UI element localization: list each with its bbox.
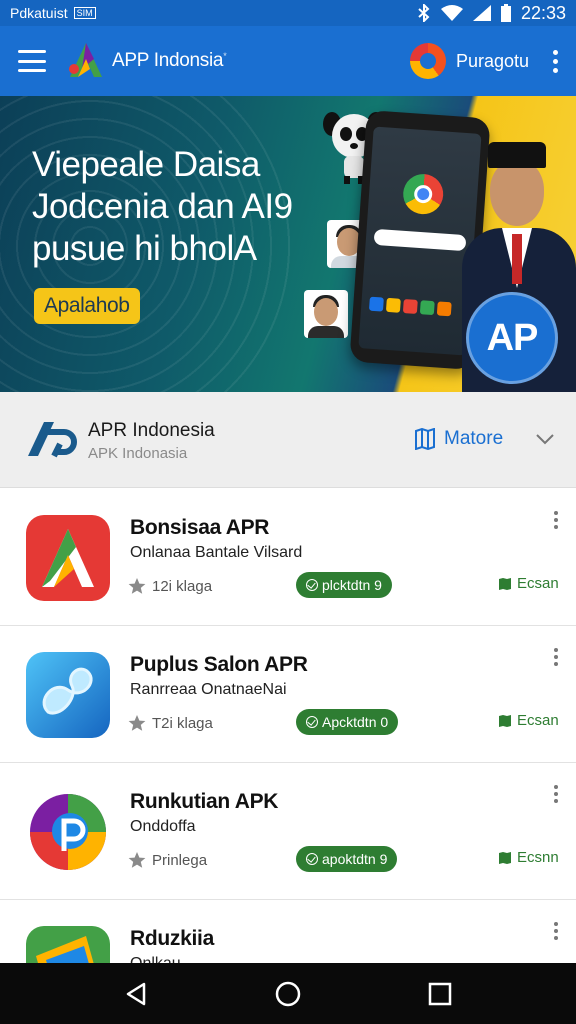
overflow-icon[interactable] [553, 49, 558, 73]
back-icon[interactable] [122, 980, 150, 1008]
action-link[interactable]: Ecsnn [498, 849, 559, 866]
app-icon [26, 652, 110, 738]
app-list-item[interactable]: Puplus Salon APR Ranrreaa OnatnaeNai T2i… [0, 626, 576, 763]
menu-icon[interactable] [18, 50, 46, 72]
item-menu-icon[interactable] [550, 918, 562, 944]
avatar-icon[interactable] [409, 43, 446, 79]
sim-icon: SIM [73, 7, 96, 19]
app-subtitle: Onlanaa Bantale Vilsard [130, 544, 303, 561]
phone-search-bar [373, 228, 467, 252]
app-name: Rduzkiia [130, 927, 214, 950]
app-subtitle: Ranrreaa OnatnaeNai [130, 681, 287, 698]
banner-cta-button[interactable]: Apalahob [34, 288, 140, 324]
star-icon [128, 852, 146, 868]
status-bar: Pdkatuist SIM 22:33 [0, 0, 576, 26]
banner-headline: Viepeale Daisa Jodcenia dan AI9 pusue hi… [32, 145, 293, 268]
navigation-bar [0, 963, 576, 1024]
item-menu-icon[interactable] [550, 644, 562, 670]
ap-badge[interactable]: AP [466, 292, 558, 384]
chevron-down-icon[interactable] [534, 432, 556, 446]
carrier-label: Pdkatuist [10, 5, 68, 21]
star-icon [128, 715, 146, 731]
bookmark-icon [415, 428, 435, 450]
profile-thumbnail [304, 290, 348, 338]
bluetooth-icon [418, 4, 430, 22]
user-name[interactable]: Puragotu [456, 51, 529, 72]
signal-icon [472, 5, 491, 21]
wifi-icon [440, 5, 463, 21]
publisher-name: APR Indonesia [88, 420, 215, 441]
publisher-logo-icon [28, 422, 77, 458]
battery-icon [500, 4, 511, 22]
app-bar: APP Indonsia* Puragotu [0, 26, 576, 96]
item-menu-icon[interactable] [550, 507, 562, 533]
recents-icon[interactable] [426, 980, 454, 1008]
book-icon [499, 851, 511, 864]
action-link[interactable]: Ecsan [498, 712, 559, 729]
app-icon [30, 794, 106, 870]
logo-icon [69, 43, 102, 77]
app-rating: Prinlega [128, 851, 207, 869]
check-icon [306, 579, 318, 591]
app-name: Runkutian APK [130, 790, 279, 813]
install-badge[interactable]: Apcktdtn 0 [296, 709, 399, 735]
app-name: Puplus Salon APR [130, 653, 308, 676]
check-icon [306, 716, 318, 728]
chrome-icon [401, 172, 445, 216]
item-menu-icon[interactable] [550, 781, 562, 807]
publisher-row[interactable]: APR Indonesia APK Indonasia Matore [0, 392, 576, 488]
more-label: Matore [444, 428, 504, 449]
more-button[interactable]: Matore [414, 428, 503, 450]
action-link[interactable]: Ecsan [498, 575, 559, 592]
install-badge[interactable]: plcktdtn 9 [296, 572, 392, 598]
book-icon [499, 577, 511, 590]
publisher-subtitle: APK Indonasia [88, 445, 188, 462]
check-icon [306, 853, 318, 865]
app-list-item[interactable]: Runkutian APK Onddoffa Prinlega apoktdtn… [0, 763, 576, 900]
install-badge[interactable]: apoktdtn 9 [296, 846, 398, 872]
app-rating: T2i klaga [128, 714, 213, 732]
app-name: Bonsisaa APR [130, 516, 270, 539]
app-rating: 12i klaga [128, 577, 212, 595]
star-icon [128, 578, 146, 594]
app-title: APP Indonsia* [112, 50, 227, 71]
app-subtitle: Onddoffa [130, 818, 196, 835]
home-icon[interactable] [274, 980, 302, 1008]
clock: 22:33 [520, 2, 566, 23]
app-icon [26, 515, 110, 601]
app-list-item[interactable]: Bonsisaa APR Onlanaa Bantale Vilsard 12i… [0, 489, 576, 626]
book-icon [499, 714, 511, 727]
